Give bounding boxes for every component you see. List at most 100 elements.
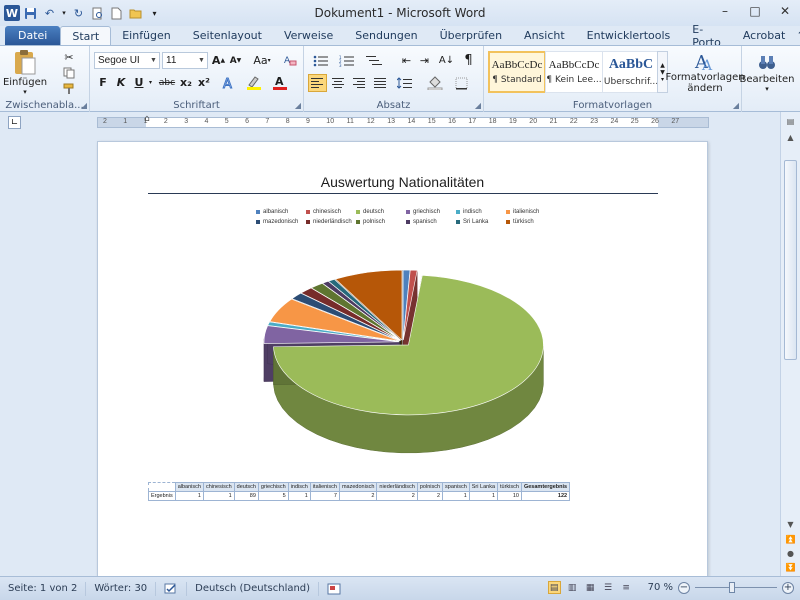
indent-marker[interactable]: ⌂ bbox=[144, 114, 150, 124]
word-count[interactable]: Wörter: 30 bbox=[86, 581, 157, 596]
change-case-button[interactable]: Aa ▾ bbox=[250, 52, 274, 69]
tab-acrobat[interactable]: Acrobat bbox=[732, 26, 796, 45]
full-screen-reading-icon[interactable]: ▥ bbox=[566, 581, 579, 594]
more-styles-icon[interactable]: ▾ bbox=[661, 76, 664, 83]
numbering-icon[interactable]: 123 bbox=[336, 52, 358, 69]
style-kein-leerraum[interactable]: AaBbCcDc ¶ Kein Lee... bbox=[545, 51, 603, 93]
editing-button[interactable]: Bearbeiten ▾ bbox=[740, 48, 794, 96]
table-header-row: albanisch chinesisch deutsch griechisch indi… bbox=[148, 482, 571, 492]
align-center-icon[interactable] bbox=[329, 74, 348, 92]
shading-icon[interactable] bbox=[424, 74, 446, 92]
minimize-button[interactable]: – bbox=[710, 0, 740, 22]
chevron-down-icon: ▼ bbox=[150, 57, 157, 64]
tab-datei[interactable]: Datei bbox=[5, 26, 61, 45]
undo-dropdown-icon[interactable]: ▾ bbox=[60, 5, 68, 22]
draft-view-icon[interactable]: ≡ bbox=[620, 581, 633, 594]
word-logo-icon[interactable]: W bbox=[4, 5, 20, 21]
outline-view-icon[interactable]: ☰ bbox=[602, 581, 615, 594]
horizontal-ruler[interactable]: 2 1 1 2 3 4 5 6 7 8 9 10 11 12 13 14 15 16 17 18 19 20 21 22 23 2… bbox=[97, 117, 709, 128]
redo-icon[interactable]: ↻ bbox=[70, 5, 87, 22]
shrink-font-button[interactable]: A ▼ bbox=[228, 52, 243, 69]
table-row: Ergebnis 1 1 89 5 1 7 2 2 2 1 1 10 122 bbox=[148, 491, 571, 501]
clear-formatting-icon[interactable]: A bbox=[282, 52, 299, 69]
increase-indent-icon[interactable]: ⇥ bbox=[416, 52, 433, 69]
italic-button[interactable]: K bbox=[114, 74, 128, 91]
justify-icon[interactable] bbox=[371, 74, 390, 92]
copy-icon[interactable] bbox=[62, 66, 76, 80]
bold-button[interactable]: F bbox=[96, 74, 110, 91]
zoom-out-icon[interactable]: − bbox=[678, 581, 690, 594]
browse-object-icon[interactable]: ● bbox=[783, 546, 798, 560]
bullets-icon[interactable] bbox=[310, 52, 332, 69]
tab-e-porto[interactable]: E-Porto bbox=[681, 23, 732, 49]
styles-launcher-icon[interactable]: ◢ bbox=[733, 101, 739, 110]
print-layout-view-icon[interactable]: ▤ bbox=[547, 581, 561, 594]
undo-icon[interactable]: ↶ bbox=[41, 5, 58, 22]
align-right-icon[interactable] bbox=[350, 74, 369, 92]
language[interactable]: Deutsch (Deutschland) bbox=[187, 581, 320, 596]
sort-icon[interactable]: A↓ bbox=[438, 52, 455, 69]
tab-selector[interactable]: ∟ bbox=[8, 116, 21, 129]
zoom-in-icon[interactable]: + bbox=[782, 581, 794, 594]
web-layout-icon[interactable]: ▦ bbox=[584, 581, 597, 594]
format-painter-icon[interactable] bbox=[62, 82, 76, 96]
show-formatting-icon[interactable]: ¶ bbox=[460, 52, 477, 69]
underline-dropdown-icon[interactable]: ▾ bbox=[146, 74, 155, 91]
previous-page-icon[interactable]: ⏫ bbox=[783, 532, 798, 546]
strikethrough-button[interactable]: abc bbox=[158, 74, 176, 91]
zoom-level[interactable]: 70 % bbox=[648, 582, 673, 593]
superscript-button[interactable]: x² bbox=[196, 74, 212, 91]
multilevel-list-icon[interactable] bbox=[362, 52, 386, 69]
highlight-icon[interactable] bbox=[244, 74, 266, 91]
clipboard-launcher-icon[interactable]: ◢ bbox=[81, 101, 87, 110]
style-ueberschrift[interactable]: AaBbC Überschrif... bbox=[602, 51, 660, 93]
text-effects-icon[interactable]: A bbox=[220, 74, 240, 91]
chevron-down-icon[interactable]: ▼ bbox=[660, 69, 665, 76]
tab-seitenlayout[interactable]: Seitenlayout bbox=[182, 26, 273, 45]
tab-ueberpruefen[interactable]: Überprüfen bbox=[429, 26, 513, 45]
tab-verweise[interactable]: Verweise bbox=[273, 26, 344, 45]
open-folder-icon[interactable] bbox=[127, 5, 144, 22]
style-standard[interactable]: AaBbCcDc ¶ Standard bbox=[488, 51, 546, 93]
borders-icon[interactable] bbox=[450, 74, 472, 92]
underline-button[interactable]: U bbox=[132, 74, 146, 91]
macro-record-icon[interactable] bbox=[319, 582, 349, 596]
line-spacing-icon[interactable] bbox=[394, 74, 416, 92]
font-color-icon[interactable]: A bbox=[270, 74, 292, 91]
font-launcher-icon[interactable]: ◢ bbox=[295, 101, 301, 110]
zoom-slider-thumb[interactable] bbox=[729, 582, 735, 593]
page-count[interactable]: Seite: 1 von 2 bbox=[0, 581, 87, 596]
scroll-down-icon[interactable]: ▼ bbox=[783, 517, 798, 531]
proofing-icon[interactable] bbox=[156, 581, 188, 596]
save-icon[interactable] bbox=[22, 5, 39, 22]
next-page-icon[interactable]: ⏬ bbox=[783, 560, 798, 574]
maximize-button[interactable]: □ bbox=[740, 0, 770, 22]
paste-button[interactable]: Einfügen ▾ bbox=[3, 48, 47, 96]
customize-qat-icon[interactable]: ▾ bbox=[146, 5, 163, 22]
scroll-thumb[interactable] bbox=[784, 160, 797, 360]
font-family-select[interactable]: Segoe UI ▼ bbox=[94, 52, 160, 69]
font-size-select[interactable]: 11 ▼ bbox=[162, 52, 208, 69]
tab-ansicht[interactable]: Ansicht bbox=[513, 26, 576, 45]
cut-icon[interactable]: ✂ bbox=[62, 50, 76, 64]
close-button[interactable]: ✕ bbox=[770, 0, 800, 22]
tab-sendungen[interactable]: Sendungen bbox=[344, 26, 428, 45]
print-preview-icon[interactable] bbox=[89, 5, 106, 22]
ruler-toggle-icon[interactable]: ▤ bbox=[783, 114, 798, 128]
grow-font-button[interactable]: A ▲ bbox=[211, 52, 226, 69]
tab-einfuegen[interactable]: Einfügen bbox=[111, 26, 182, 45]
scroll-up-icon[interactable]: ▲ bbox=[783, 130, 798, 144]
ribbon-collapse-icon[interactable]: ⌃ bbox=[796, 29, 800, 42]
zoom-slider[interactable] bbox=[695, 581, 777, 594]
tab-start[interactable]: Start bbox=[60, 26, 112, 45]
pie-chart[interactable] bbox=[98, 142, 709, 482]
subscript-button[interactable]: x₂ bbox=[178, 74, 194, 91]
change-styles-button[interactable]: AA Formatvorlagen ändern bbox=[665, 48, 744, 96]
vertical-scrollbar[interactable]: ▤ ▲ ▼ ⏫ ● ⏬ bbox=[780, 112, 800, 576]
chevron-up-icon[interactable]: ▲ bbox=[660, 62, 665, 69]
paragraph-launcher-icon[interactable]: ◢ bbox=[475, 101, 481, 110]
align-left-icon[interactable] bbox=[308, 74, 327, 92]
decrease-indent-icon[interactable]: ⇤ bbox=[398, 52, 415, 69]
new-document-icon[interactable] bbox=[108, 5, 125, 22]
tab-entwicklertools[interactable]: Entwicklertools bbox=[576, 26, 682, 45]
